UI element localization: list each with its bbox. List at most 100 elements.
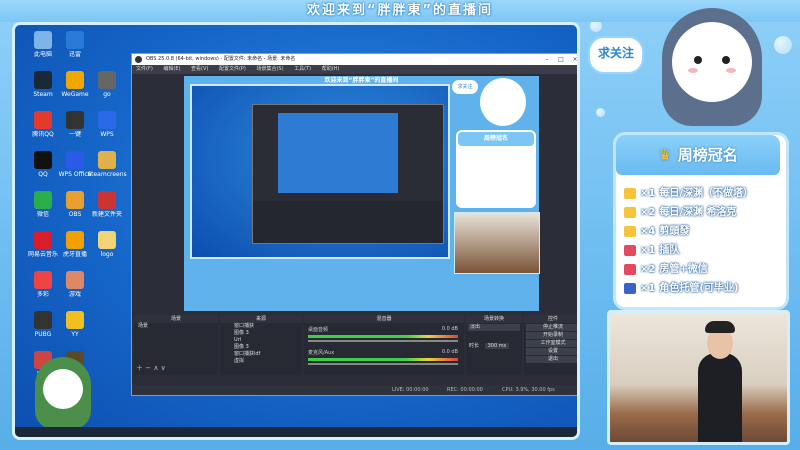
minimize-icon[interactable]: – [540,54,554,65]
desktop-icon[interactable]: 迅雷 [53,29,97,69]
desktop-icon-label: WPS [100,131,114,138]
streamer-figure [698,353,742,442]
scene-controls[interactable]: ＋ − ∧ ∨ [136,363,166,373]
menu-tools[interactable]: 工具(T) [294,66,311,72]
mixer-track-level: 0.0 dB [441,349,458,355]
source-item[interactable]: 图像 3 [220,330,302,337]
obs-logo-icon [135,56,142,63]
mixer-dock: 混音器 桌面音频 0.0 dB 麦克风/Aux 0.0 dB [304,315,464,375]
app-icon [34,231,52,249]
desktop-icon[interactable]: 新建文件夹 [85,189,129,229]
desktop-icon-label: YY [71,331,79,338]
preview-nested-desktop [190,84,450,259]
preview-mascot-image [480,78,526,126]
transition-select[interactable]: 淡出 [468,324,520,331]
preview-nested-canvas [278,113,398,193]
source-item[interactable]: 虚拟 [220,358,302,365]
source-item[interactable]: 窗口捕获 [220,323,302,330]
desktop-icon-label: 迅雷 [68,51,81,58]
weekly-title-text: 周榜冠名 [677,146,738,164]
duration-label: 时长 [469,343,480,349]
app-icon [34,111,52,129]
scene-item[interactable]: 场景 [134,323,218,330]
stop-streaming-button[interactable]: 停止推流 [526,324,577,331]
gift-item: ×1 角色托管(可毕业) [624,280,784,297]
sources-dock: 来源 窗口捕获 图像 3 Url 图像 3 窗口捕获ldf 虚拟 [220,315,302,375]
gift-icon [624,263,636,275]
app-icon [34,151,52,169]
gift-count: ×2 [640,264,656,275]
start-recording-button[interactable]: 开始录制 [526,332,577,339]
app-icon [66,151,84,169]
desktop-icon[interactable]: Steamcreens [85,149,129,189]
menu-file[interactable]: 文件(F) [136,66,153,72]
gift-item: ×1 插队 [624,242,784,259]
app-icon [34,71,52,89]
gift-count: ×1 [640,188,656,199]
obs-preview-canvas[interactable]: 欢迎来到“胖胖東”的直播间 求关注 周榜冠名 [184,76,540,311]
source-item[interactable]: 窗口捕获ldf [220,351,302,358]
studio-mode-button[interactable]: 工作室模式 [526,340,577,347]
gift-name: 插队 [659,245,680,256]
menu-scene-collection[interactable]: 场景集合(S) [256,66,283,72]
app-icon [34,191,52,209]
app-icon [98,151,116,169]
menu-profile[interactable]: 配置文件(P) [219,66,246,72]
preview-weekly-panel: 周榜冠名 [456,130,536,208]
follow-badge: 求关注 [588,36,644,74]
gift-name: 每日/深渊 希洛克 [659,207,737,218]
desktop-icon[interactable]: go [85,69,129,109]
obs-titlebar: OBS 25.0.8 (64-bit, windows) - 配置文件: 未命名… [132,54,577,65]
obs-window[interactable]: OBS 25.0.8 (64-bit, windows) - 配置文件: 未命名… [131,53,577,396]
gift-item: ×1 每日/深渊（不做塔） [624,185,784,202]
app-icon [66,191,84,209]
gift-name: 每日/深渊（不做塔） [659,188,753,199]
app-icon [98,191,116,209]
app-icon [66,31,84,49]
gift-icon [624,187,636,199]
menu-edit[interactable]: 编辑(E) [163,66,180,72]
desktop-window: 此电脑 迅雷 Steam WeGame go 腾讯QQ 一键 WPS QQ WPS Office S… [12,22,580,440]
controls-dock-title: 控件 [524,315,577,323]
transitions-dock-title: 场景转换 [466,315,522,323]
obs-statusbar: LIVE: 00:00:00 REC: 00:00:00 CPU: 3.9%, … [132,385,577,395]
app-icon [66,111,84,129]
mixer-volume-slider[interactable] [308,340,458,342]
mixer-track: 桌面音频 0.0 dB [308,326,458,342]
live-timer: LIVE: 00:00:00 [392,387,429,393]
cpu-fps: CPU: 3.9%, 30.00 fps [502,387,555,393]
gift-name: 房管+微信 [659,264,708,275]
webcam-feed [607,310,790,445]
desktop-icon-label: logo [100,251,114,258]
mixer-volume-slider[interactable] [308,363,458,365]
desktop-icon[interactable]: 游戏 [53,269,97,309]
exit-button[interactable]: 退出 [526,356,577,363]
desktop-icon-label: go [103,91,111,98]
maximize-icon[interactable]: □ [554,54,568,65]
desktop-icon[interactable]: WPS [85,109,129,149]
settings-button[interactable]: 设置 [526,348,577,355]
gift-name: 剪頭發 [659,226,690,237]
mixer-track-level: 0.0 dB [441,326,458,332]
close-icon[interactable]: × [568,54,577,65]
source-item[interactable]: 图像 3 [220,344,302,351]
mixer-track-name: 桌面音频 [308,327,329,333]
menu-view[interactable]: 查看(V) [191,66,208,72]
app-icon [98,71,116,89]
menu-help[interactable]: 帮助(H) [322,66,340,72]
desktop-icon-label: Steamcreens [87,171,127,178]
desktop-icon-label: 游戏 [68,291,81,298]
desktop-icon[interactable]: logo [85,229,129,269]
preview-nested-docks [253,201,443,243]
mixer-meter [308,358,458,361]
source-item[interactable]: Url [220,337,302,344]
gift-count: ×2 [640,207,656,218]
gift-count: ×1 [640,283,656,294]
preview-webcam [454,212,540,274]
crown-icon: ♛ [658,146,672,164]
desktop-icon-label: 新建文件夹 [91,211,122,218]
desktop-icon[interactable]: YY [53,309,97,349]
duration-input[interactable]: 300 ms [484,343,510,349]
app-icon [34,271,52,289]
obs-window-title: OBS 25.0.8 (64-bit, windows) - 配置文件: 未命名… [146,56,296,62]
